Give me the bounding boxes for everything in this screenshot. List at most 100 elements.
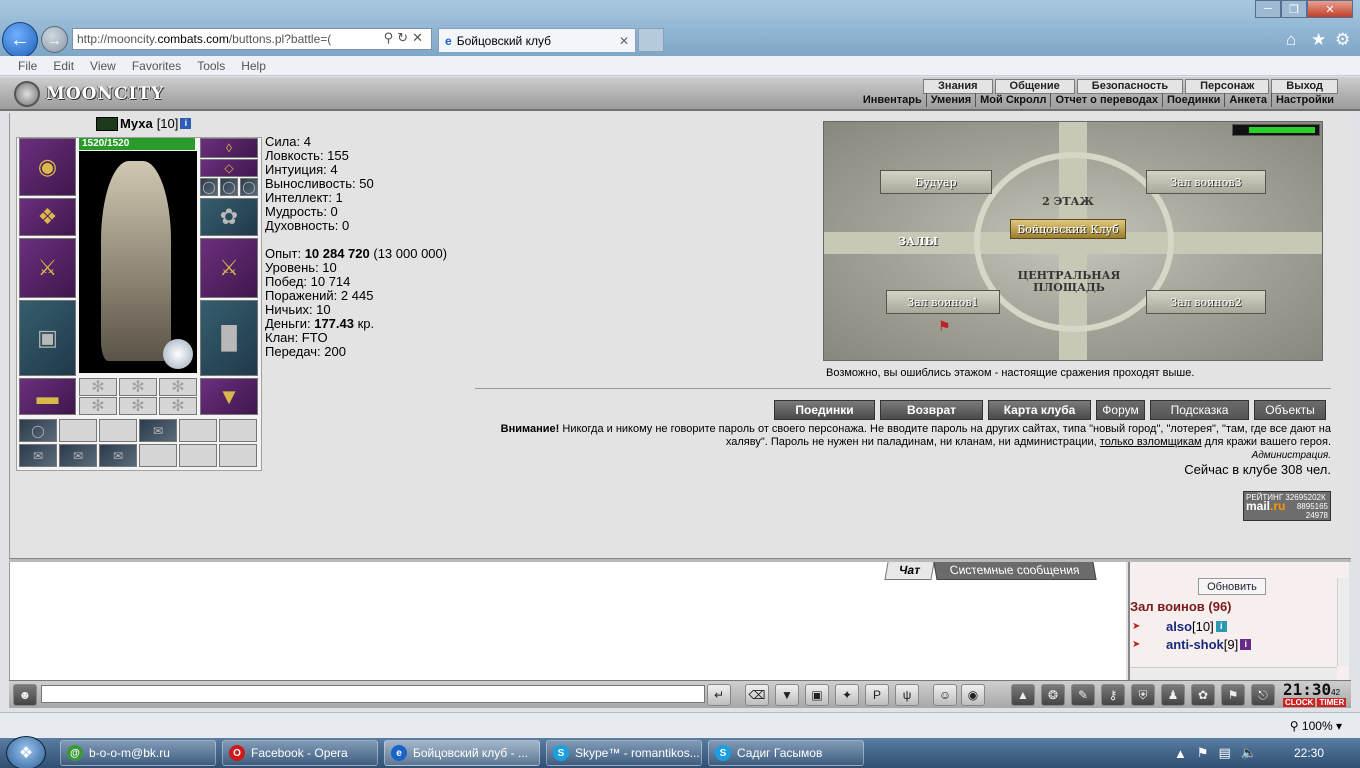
favorites-star-icon[interactable]: ★ (1311, 30, 1326, 50)
translit-icon[interactable]: ψ (895, 684, 919, 706)
tab-combats[interactable]: e Бойцовский клуб ✕ (438, 28, 636, 52)
rune-slot-4[interactable]: ✻ (79, 397, 117, 415)
private-icon[interactable]: P (865, 684, 889, 706)
key-icon[interactable]: ⚷ (1101, 684, 1125, 706)
start-button[interactable]: ❖ (6, 736, 46, 768)
boots-slot[interactable]: ▼ (200, 378, 258, 415)
top-menu-character[interactable]: Персонаж (1185, 79, 1270, 94)
menu-favorites[interactable]: Favorites (132, 59, 181, 73)
pocket-slot-2[interactable] (59, 419, 97, 442)
save-disk-icon[interactable]: ▣ (805, 684, 829, 706)
sub-menu-transfers[interactable]: Отчет о переводах (1050, 93, 1162, 107)
pocket-slot-5[interactable] (179, 419, 217, 442)
pocket-slot-11[interactable] (179, 444, 217, 467)
chat-input[interactable] (41, 685, 705, 703)
map-central-square[interactable]: ЦЕНТРАЛЬНАЯ ПЛОЩАДЬ (1014, 270, 1124, 294)
minimize-button[interactable]: ─ (1255, 0, 1281, 18)
map-room-hall2[interactable]: Зал воинов2 (1146, 290, 1266, 314)
network-icon[interactable]: ▤ (1219, 745, 1231, 761)
pocket-slot-10[interactable] (139, 444, 177, 467)
rune-slot-2[interactable]: ✻ (119, 378, 157, 396)
pocket-slot-6[interactable] (219, 419, 257, 442)
earrings-slot[interactable]: ◊ (200, 138, 258, 158)
menu-tools[interactable]: Tools (197, 59, 225, 73)
settings-gear-icon[interactable]: ⚙ (1335, 30, 1350, 50)
battles-button[interactable]: Поединки (774, 400, 875, 420)
task-ie-fightclub[interactable]: e Бойцовский клуб - ... (384, 740, 540, 766)
chevron-down-icon[interactable]: ▾ (1336, 719, 1342, 733)
maximize-button[interactable]: ❒ (1281, 0, 1307, 18)
paw-icon[interactable]: ✿ (1191, 684, 1215, 706)
ring-slot-2[interactable]: ◯ (220, 178, 238, 196)
helmet-slot[interactable]: ◉ (19, 138, 76, 196)
ring-slot-3[interactable]: ◯ (240, 178, 258, 196)
horizontal-scrollbar[interactable] (1130, 667, 1337, 680)
hackers-link[interactable]: только взломщикам (1100, 436, 1202, 448)
hint-button[interactable]: Подсказка (1150, 400, 1249, 420)
attack-icon[interactable]: ➤ (1132, 639, 1154, 651)
inventory-bag-icon[interactable]: ▲ (1011, 684, 1035, 706)
vertical-scrollbar[interactable] (1337, 578, 1349, 666)
leggings-slot[interactable]: █ (200, 300, 258, 376)
sub-menu-my-scroll[interactable]: Мой Скролл (975, 93, 1050, 107)
map-room-hall1[interactable]: Зал воинов1 (886, 290, 1000, 314)
character-portrait[interactable] (79, 151, 197, 373)
rune-slot-5[interactable]: ✻ (119, 397, 157, 415)
pocket-slot-4[interactable]: ✉ (139, 419, 177, 442)
top-menu-exit[interactable]: Выход (1271, 79, 1338, 94)
smile-icon[interactable]: ☺ (933, 684, 957, 706)
top-menu-knowledge[interactable]: Знания (923, 79, 993, 94)
pocket-slot-3[interactable] (99, 419, 137, 442)
user-name[interactable]: also (1166, 619, 1192, 634)
menu-view[interactable]: View (90, 59, 116, 73)
search-icon[interactable]: ⚲ (384, 30, 398, 45)
sub-menu-skills[interactable]: Умения (925, 93, 975, 107)
attack-icon[interactable]: ➤ (1132, 621, 1154, 633)
belt-slot[interactable]: ▬ (19, 378, 76, 415)
pocket-slot-9[interactable]: ✉ (99, 444, 137, 467)
forward-button[interactable]: → (41, 26, 68, 53)
flag-icon[interactable]: ⚑ (1221, 684, 1245, 706)
armor-slot[interactable]: ▣ (19, 300, 76, 376)
pocket-slot-12[interactable] (219, 444, 257, 467)
pet-icon[interactable] (163, 339, 193, 369)
home-icon[interactable]: ⌂ (1286, 30, 1296, 50)
mailru-rating-counter[interactable]: РЕЙТИНГ 32695202К mail.ru 8895165 24978 (1243, 491, 1331, 521)
timer-label[interactable]: TIMER (1317, 698, 1347, 707)
objects-button[interactable]: Объекты (1254, 400, 1326, 420)
map-fight-club[interactable]: Бойцовский Клуб (1010, 219, 1126, 239)
rune-slot-6[interactable]: ✻ (159, 397, 197, 415)
task-email[interactable]: @ b-o-o-m@bk.ru (60, 740, 216, 766)
task-opera[interactable]: O Facebook - Opera (222, 740, 378, 766)
club-map-button[interactable]: Карта клуба (988, 400, 1091, 420)
user-name[interactable]: anti-shok (1166, 637, 1224, 652)
new-tab-button[interactable] (638, 28, 664, 52)
volume-icon[interactable]: 🔈 (1241, 745, 1257, 761)
map-room-hall3[interactable]: Зал воинов3 (1146, 170, 1266, 194)
user-row[interactable]: ➤ anti-shok [9] i (1132, 637, 1252, 652)
address-actions[interactable]: ⚲↻✕ (384, 30, 427, 46)
tray-clock[interactable]: 22:30 (1294, 746, 1324, 760)
scroll-icon[interactable]: ✎ (1071, 684, 1095, 706)
sub-menu-battles[interactable]: Поединки (1161, 93, 1224, 107)
sub-menu-inventory[interactable]: Инвентарь (859, 93, 926, 107)
task-skype[interactable]: S Skype™ - romantikos... (546, 740, 702, 766)
back-button[interactable]: ← (2, 22, 38, 58)
clan-emblem-icon[interactable] (96, 116, 118, 131)
tab-close-icon[interactable]: ✕ (619, 34, 629, 48)
info-icon[interactable]: i (180, 118, 192, 129)
weapon-right-slot[interactable]: ⚔ (200, 238, 258, 298)
fighter-icon[interactable]: ✦ (835, 684, 859, 706)
gloves-slot[interactable]: ✿ (200, 198, 258, 236)
zoom-control[interactable]: ⚲ 100% ▾ (1290, 719, 1342, 733)
info-icon[interactable]: i (1240, 639, 1252, 650)
refresh-icon[interactable]: ↻ (397, 30, 412, 45)
ring-slot-1[interactable]: ◯ (200, 178, 218, 196)
amulet-slot[interactable]: ◇ (200, 159, 258, 177)
tab-chat[interactable]: Чат (884, 562, 935, 580)
tab-system-messages[interactable]: Системные сообщения (933, 562, 1097, 580)
pocket-slot-8[interactable]: ✉ (59, 444, 97, 467)
rune-slot-1[interactable]: ✻ (79, 378, 117, 396)
forum-button[interactable]: Форум (1096, 400, 1145, 420)
close-window-button[interactable]: ✕ (1307, 0, 1353, 18)
